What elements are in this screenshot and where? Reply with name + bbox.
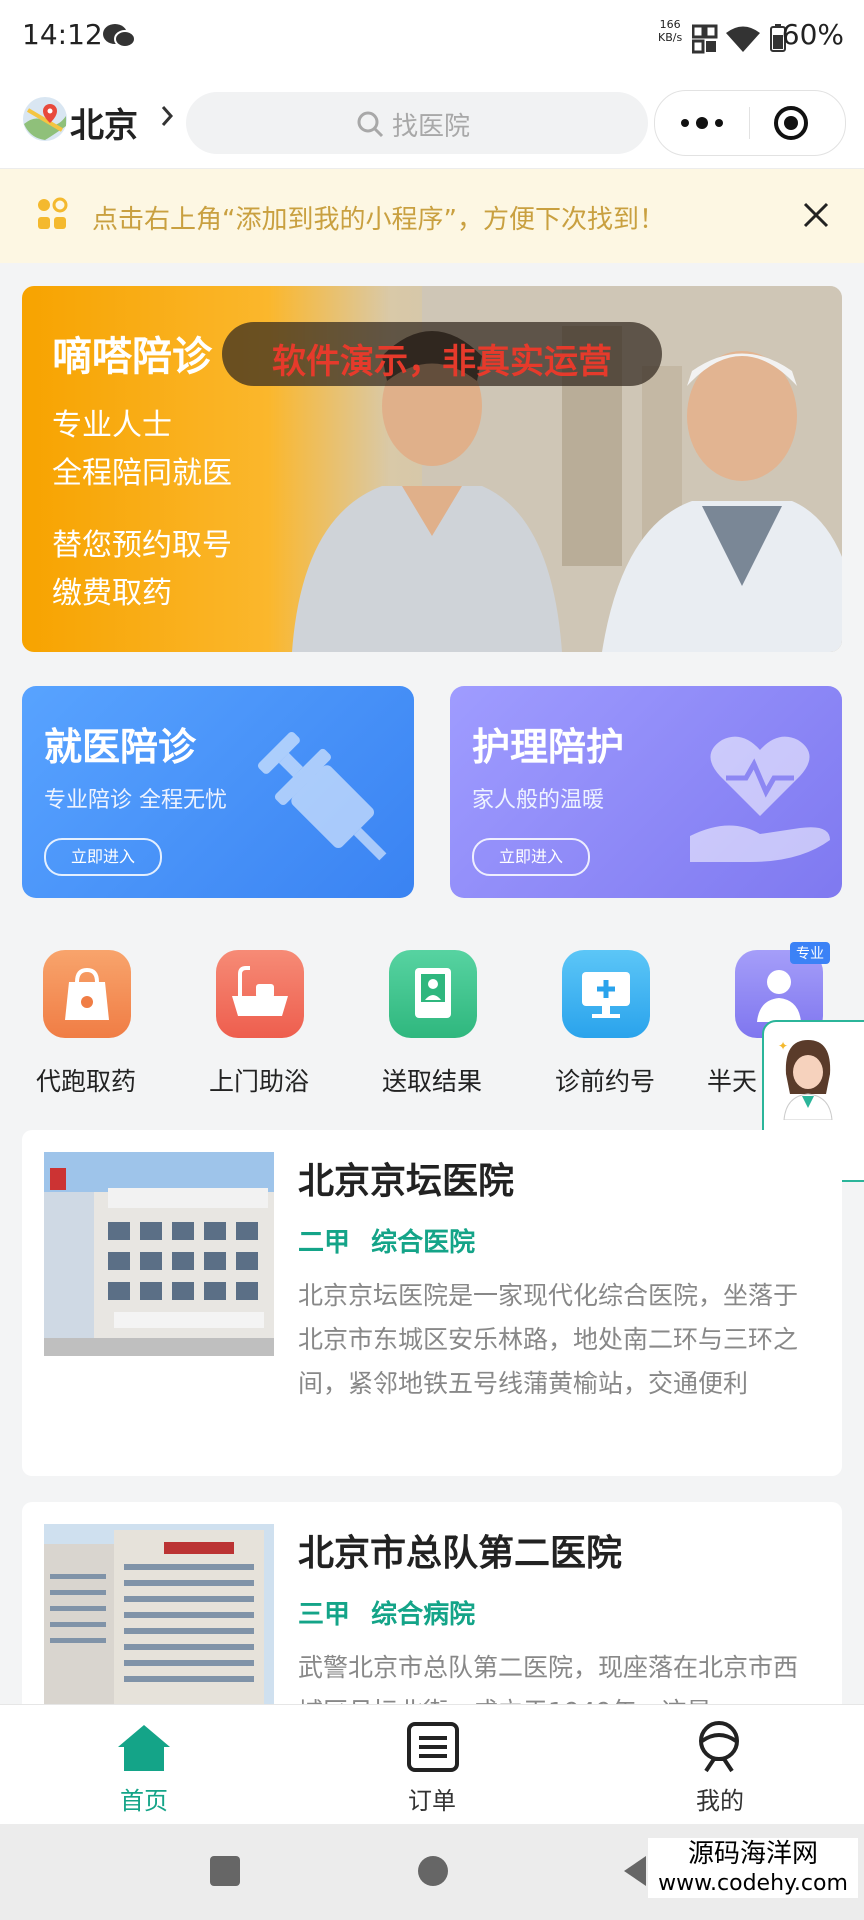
search-icon xyxy=(356,110,384,142)
miniprogram-capsule xyxy=(654,90,846,156)
search-placeholder: 找医院 xyxy=(392,112,471,142)
quick-entry-appointment[interactable]: 诊前约号 xyxy=(519,950,691,1096)
professional-badge: 专业 xyxy=(790,942,830,964)
hospital-level: 二甲 xyxy=(298,1228,351,1258)
city-selector[interactable]: 北京 xyxy=(70,98,138,147)
card-title: 就医陪诊 xyxy=(44,725,197,769)
quick-entry-label: 送取结果 xyxy=(381,1067,482,1096)
enter-button[interactable]: 立即进入 xyxy=(44,838,162,876)
bathtub-icon xyxy=(216,950,304,1038)
monitor-plus-icon xyxy=(562,950,650,1038)
hospital-photo xyxy=(44,1152,274,1356)
tab-mine[interactable]: 我的 xyxy=(576,1705,864,1825)
recent-apps-button[interactable] xyxy=(210,1856,240,1886)
hospital-card[interactable]: 北京京坛医院 二甲 综合医院 北京京坛医院是一家现代化综合医院，坐落于北京市东城… xyxy=(22,1130,842,1476)
hospital-description: 北京京坛医院是一家现代化综合医院，坐落于北京市东城区安乐林路，地处南二环与三环之… xyxy=(298,1281,799,1398)
quick-entry-label: 半天 xyxy=(706,1067,757,1096)
hospital-card[interactable]: 北京市总队第二医院 三甲 综合病院 武警北京市总队第二医院，现座落在北京市西城区… xyxy=(22,1502,842,1704)
syringe-icon xyxy=(257,731,387,861)
tab-home[interactable]: 首页 xyxy=(0,1705,288,1825)
agent-avatar-icon: ✦ xyxy=(778,1039,833,1120)
status-time: 14:12 xyxy=(22,18,103,51)
quick-entry-medicine[interactable]: 代跑取药 xyxy=(0,950,172,1096)
list-icon xyxy=(407,1722,459,1772)
hospital-description: 武警北京市总队第二医院，现座落在北京市西城区月坛北街，成立于1949年，这是 xyxy=(298,1653,799,1704)
map-location-icon[interactable] xyxy=(22,96,68,142)
hospital-photo xyxy=(44,1524,274,1704)
add-miniprogram-tip: 点击右上角“添加到我的小程序”，方便下次找到！ xyxy=(0,168,864,263)
quick-entry-label: 上门助浴 xyxy=(208,1067,309,1096)
quick-entry-bath[interactable]: 上门助浴 xyxy=(173,950,345,1096)
bottom-tab-bar: 首页 订单 我的 xyxy=(0,1704,864,1825)
search-input[interactable]: 找医院 xyxy=(186,92,648,154)
hospital-name: 北京市总队第二医院 xyxy=(298,1533,623,1574)
report-icon xyxy=(389,950,477,1038)
banner-line: 专业人士 xyxy=(52,408,172,443)
wechat-icon xyxy=(103,24,136,48)
capsule-divider xyxy=(749,107,750,139)
banner-line: 缴费取药 xyxy=(52,576,172,611)
home-button[interactable] xyxy=(418,1856,448,1886)
tip-text: 点击右上角“添加到我的小程序”，方便下次找到！ xyxy=(92,205,665,235)
nursing-service-card[interactable]: 护理陪护 家人般的温暖 立即进入 xyxy=(450,686,842,898)
heart-hand-icon xyxy=(690,736,830,862)
watermark-line1: 源码海洋网 xyxy=(687,1839,818,1869)
hospital-type: 综合病院 xyxy=(371,1600,476,1630)
watermark-line2: www.codehy.com xyxy=(658,1871,848,1896)
hospital-tags: 三甲 综合病院 xyxy=(298,1594,475,1631)
hospital-tags: 二甲 综合医院 xyxy=(298,1222,475,1259)
watermark: 源码海洋网 www.codehy.com xyxy=(648,1838,858,1898)
svg-text:✦: ✦ xyxy=(778,1039,788,1053)
quick-entry-label: 代跑取药 xyxy=(35,1067,136,1096)
tab-label: 首页 xyxy=(120,1787,168,1815)
banner-title: 嘀嗒陪诊 xyxy=(52,334,212,380)
escort-service-card[interactable]: 就医陪诊 专业陪诊 全程无忧 立即进入 xyxy=(22,686,414,898)
back-button[interactable] xyxy=(620,1854,650,1892)
battery-level: 60% xyxy=(781,18,844,51)
card-subtitle: 家人般的温暖 xyxy=(472,788,605,813)
top-nav: 北京 找医院 xyxy=(0,78,864,168)
user-icon xyxy=(699,1721,739,1773)
more-icon[interactable] xyxy=(679,113,725,137)
close-icon[interactable] xyxy=(802,201,830,233)
banner-line: 全程陪同就医 xyxy=(52,456,232,491)
chevron-right-icon[interactable] xyxy=(160,104,174,132)
hospital-type: 综合医院 xyxy=(371,1228,476,1258)
card-title: 护理陪护 xyxy=(472,725,625,769)
status-bar: 14:12 166 KB/s 60% xyxy=(0,0,864,78)
signal-icon xyxy=(691,24,718,54)
medicine-bag-icon xyxy=(43,950,131,1038)
quick-entry-label: 诊前约号 xyxy=(554,1067,655,1096)
hospital-level: 三甲 xyxy=(298,1600,351,1630)
promo-banner[interactable]: 嘀嗒陪诊 专业人士 全程陪同就医 替您预约取号 缴费取药 软件演示，非真实运营 xyxy=(22,286,842,652)
home-icon xyxy=(118,1725,170,1771)
close-miniprogram-icon[interactable] xyxy=(773,105,809,145)
hospital-name: 北京京坛医院 xyxy=(298,1161,515,1202)
banner-line: 替您预约取号 xyxy=(52,528,232,563)
card-subtitle: 专业陪诊 全程无忧 xyxy=(44,788,227,813)
enter-button[interactable]: 立即进入 xyxy=(472,838,590,876)
demo-notice: 软件演示，非真实运营 xyxy=(222,322,662,386)
quick-entry-report[interactable]: 送取结果 xyxy=(346,950,518,1096)
tab-orders[interactable]: 订单 xyxy=(288,1705,576,1825)
demo-notice-text: 软件演示，非真实运营 xyxy=(272,342,612,382)
tab-label: 订单 xyxy=(408,1787,456,1815)
tab-label: 我的 xyxy=(696,1787,744,1815)
network-speed: 166 KB/s xyxy=(658,18,683,44)
tip-icon xyxy=(36,197,68,237)
wifi-icon xyxy=(726,26,760,56)
